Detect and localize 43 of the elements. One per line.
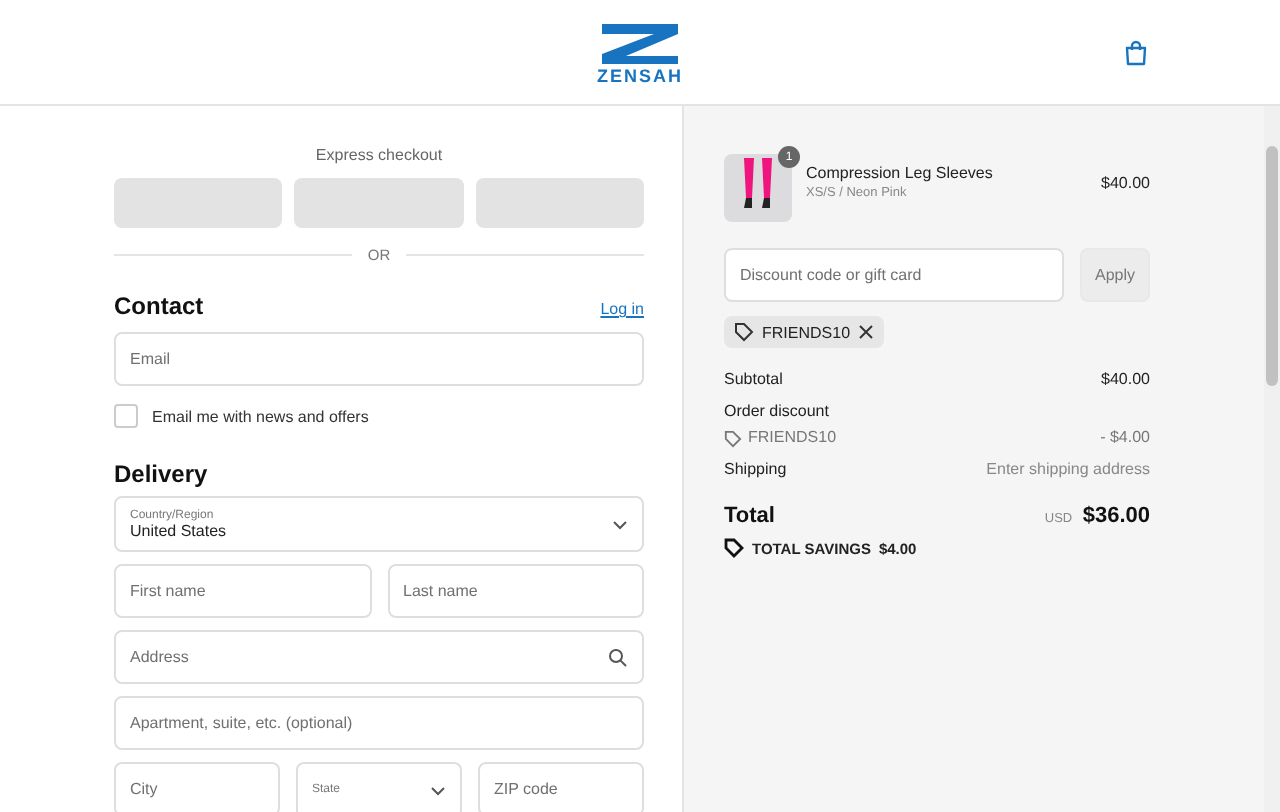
text-field[interactable]: ZIP code [478,762,644,812]
shopping-bag-icon[interactable] [1124,40,1148,66]
express-payment-button[interactable] [294,178,464,228]
line-value: - $4.00 [1100,426,1150,450]
text-field[interactable]: Apartment, suite, etc. (optional) [114,696,644,750]
line-label: Order discount [724,400,829,424]
close-icon[interactable] [858,324,875,340]
apply-button[interactable]: Apply [1080,248,1150,302]
tag-icon [734,322,754,342]
total-amount: $36.00 [1082,504,1150,528]
product-image [724,154,792,222]
line-label: Shipping [724,458,787,482]
express-payment-button[interactable] [114,178,283,228]
search-icon[interactable] [608,648,628,668]
text-field[interactable]: First name [114,564,371,618]
tag-icon [724,538,744,558]
total-label: Total [724,504,775,528]
text-field[interactable]: Last name [387,564,644,618]
scrollbar[interactable] [1264,106,1280,812]
tag-icon [724,429,742,447]
chevron-down-icon [612,519,628,529]
brand-logo[interactable]: ZENSAH [596,22,683,86]
line-label: Subtotal [724,368,783,392]
chevron-down-icon [430,785,446,795]
email-field[interactable]: Email [114,332,644,386]
line-value: $40.00 [1101,368,1150,392]
text-field[interactable]: City [114,762,280,812]
log-in-link[interactable]: Log in [600,300,644,318]
product-price: $40.00 [1101,173,1150,191]
logo-icon [597,22,682,66]
contact-heading: Contact [114,292,204,320]
newsletter-label: Email me with news and offers [152,407,369,425]
line-value: Enter shipping address [986,458,1150,482]
discount-code-field[interactable]: Discount code or gift card [724,248,1064,302]
discount-code: FRIENDS10 [762,323,851,341]
product-name: Compression Leg Sleeves [806,164,995,182]
express-checkout-label: Express checkout [313,146,445,164]
address-field[interactable]: Address [114,630,644,684]
logo-text: ZENSAH [596,68,683,86]
checkbox[interactable] [114,404,138,428]
discount-code: FRIENDS10 [748,426,837,450]
express-payment-button[interactable] [475,178,644,228]
delivery-heading: Delivery [114,460,210,488]
